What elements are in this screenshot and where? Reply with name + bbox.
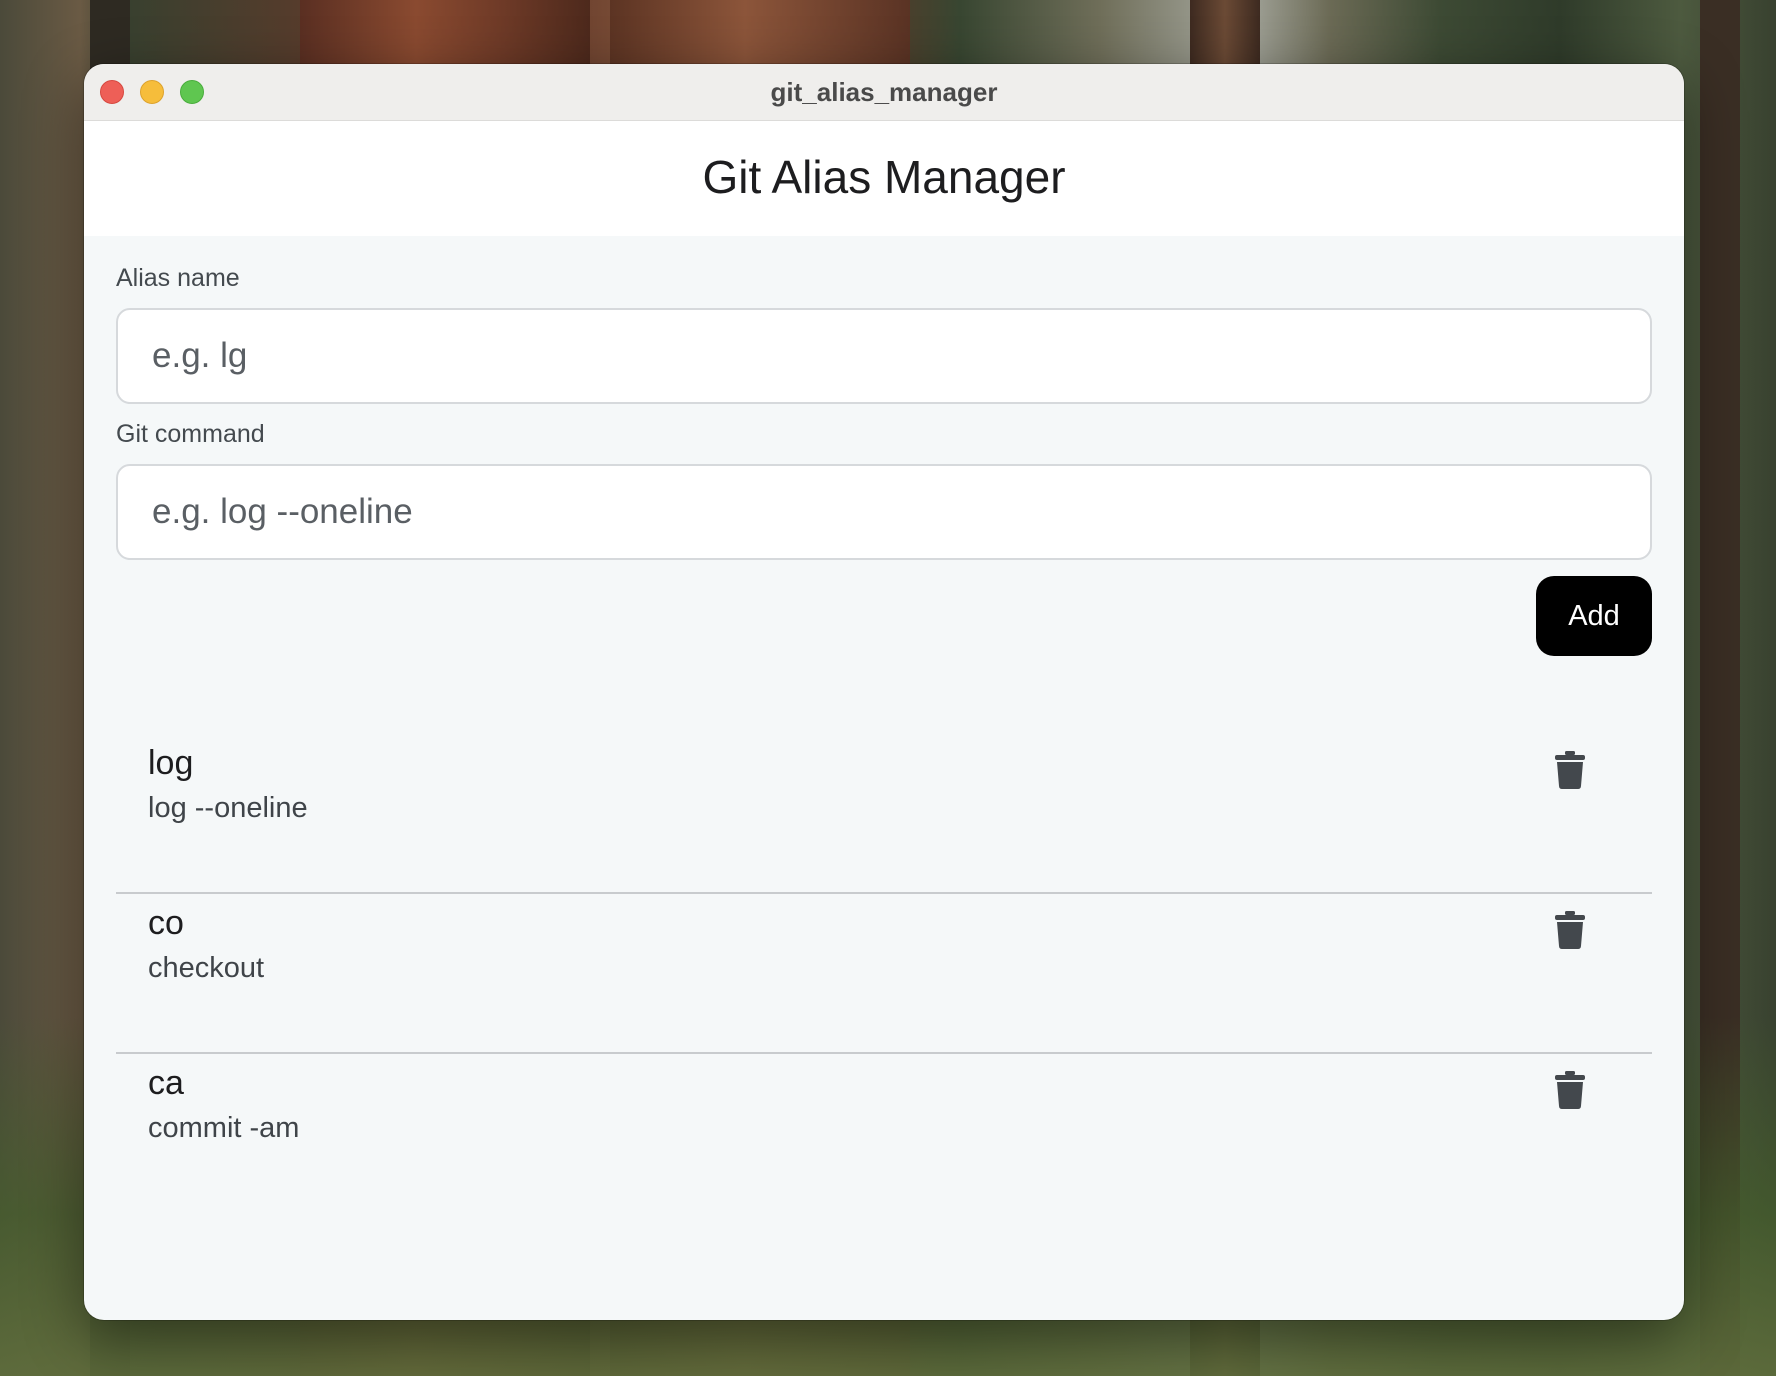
app-bar: Git Alias Manager bbox=[84, 121, 1684, 236]
alias-command: commit -am bbox=[148, 1112, 300, 1144]
git-command-input[interactable] bbox=[116, 464, 1652, 560]
delete-alias-button[interactable] bbox=[1542, 742, 1598, 798]
alias-command: checkout bbox=[148, 952, 265, 984]
alias-name: ca bbox=[148, 1064, 184, 1102]
delete-alias-button[interactable] bbox=[1542, 1062, 1598, 1118]
window-title: git_alias_manager bbox=[770, 77, 998, 107]
alias-command: log --oneline bbox=[148, 792, 308, 824]
alias-name: log bbox=[148, 744, 194, 782]
alias-name: co bbox=[148, 904, 184, 942]
window-titlebar[interactable]: git_alias_manager bbox=[84, 64, 1684, 121]
page-title: Git Alias Manager bbox=[702, 151, 1066, 203]
list-item: log log --oneline bbox=[116, 734, 1652, 894]
trash-icon bbox=[1555, 911, 1585, 949]
trash-icon bbox=[1555, 751, 1585, 789]
list-item: ca commit -am bbox=[116, 1054, 1652, 1214]
app-window: git_alias_manager Git Alias Manager Alia… bbox=[84, 64, 1684, 1320]
add-button[interactable]: Add bbox=[1536, 576, 1652, 656]
git-command-label: Git command bbox=[116, 420, 265, 448]
list-item: co checkout bbox=[116, 894, 1652, 1054]
alias-name-input[interactable] bbox=[116, 308, 1652, 404]
delete-alias-button[interactable] bbox=[1542, 902, 1598, 958]
alias-name-label: Alias name bbox=[116, 264, 240, 292]
trash-icon bbox=[1555, 1071, 1585, 1109]
alias-list: log log --oneline co checkout ca commit … bbox=[116, 734, 1652, 1214]
